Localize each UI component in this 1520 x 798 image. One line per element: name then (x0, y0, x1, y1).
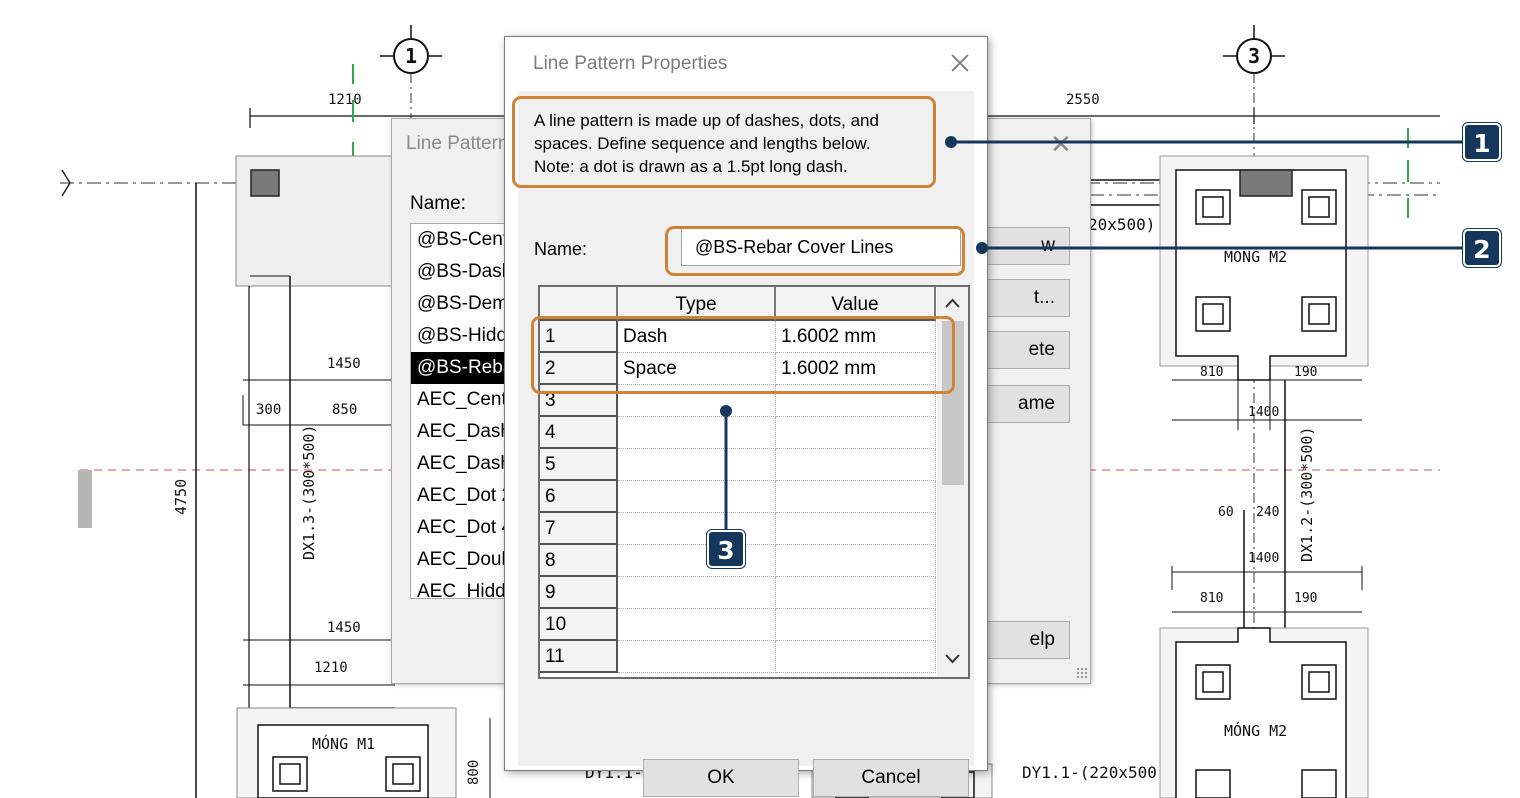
line-pattern-list-item[interactable]: @BS-Dash (411, 256, 519, 288)
table-row[interactable]: 6 (540, 481, 936, 513)
value-cell[interactable] (776, 449, 936, 481)
help-button[interactable]: elp (978, 621, 1070, 659)
dim-text: 810 (1200, 365, 1223, 380)
dim-text: 240 (1256, 505, 1279, 520)
callout-badge-3: 3 (707, 530, 745, 568)
column-label-right: DX1.2-(300*500) (1298, 427, 1316, 562)
value-cell[interactable] (776, 641, 936, 673)
line-pattern-list-item[interactable]: AEC_Dot 2r (411, 480, 519, 512)
cancel-button[interactable]: Cancel (813, 759, 969, 797)
row-number-cell[interactable]: 6 (540, 481, 618, 513)
new-button[interactable]: w (978, 227, 1070, 265)
highlight-name-field (665, 226, 965, 276)
value-cell[interactable] (776, 609, 936, 641)
line-pattern-list-item[interactable]: AEC_Dash (411, 448, 519, 480)
dim-text: 800 (466, 760, 482, 785)
line-pattern-list-item[interactable]: AEC_Doub (411, 544, 519, 576)
beam-label-bottom-right: DY1.1-(220x500) (1022, 763, 1167, 782)
row-number-cell[interactable]: 4 (540, 417, 618, 449)
type-cell[interactable] (618, 609, 776, 641)
dim-text: 2550 (1066, 92, 1100, 108)
value-cell[interactable] (776, 577, 936, 609)
edit-button[interactable]: t... (978, 279, 1070, 317)
line-pattern-list-item[interactable]: AEC_Dot 4r (411, 512, 519, 544)
row-number-cell[interactable]: 8 (540, 545, 618, 577)
line-pattern-list-item[interactable]: @BS-Demo (411, 288, 519, 320)
type-cell[interactable] (618, 577, 776, 609)
type-cell[interactable] (618, 545, 776, 577)
line-pattern-list-item[interactable]: AEC_Hidde (411, 576, 519, 598)
back-name-label: Name: (410, 193, 466, 214)
dim-text: 1210 (328, 92, 362, 108)
table-row[interactable]: 11 (540, 641, 936, 673)
dim-text: 4750 (172, 479, 190, 515)
line-pattern-list-item[interactable]: @BS-Cente (411, 224, 519, 256)
table-row[interactable]: 4 (540, 417, 936, 449)
row-number-cell[interactable]: 5 (540, 449, 618, 481)
type-cell[interactable] (618, 449, 776, 481)
footing-label-m2-bottom: MÓNG M2 (1224, 721, 1287, 740)
callout-badge-2: 2 (1463, 229, 1501, 267)
column-label-left: DX1.3-(300*500) (300, 425, 318, 560)
value-cell[interactable] (776, 417, 936, 449)
dim-text: 1450 (327, 620, 361, 636)
grid-marker-1: 1 (405, 44, 417, 68)
dim-text: 1450 (327, 356, 361, 372)
dim-text: 1400 (1248, 551, 1279, 566)
highlight-rows (531, 316, 955, 394)
value-cell[interactable] (776, 513, 936, 545)
row-number-cell[interactable]: 10 (540, 609, 618, 641)
dim-text: 190 (1294, 591, 1317, 606)
dim-text: 1210 (314, 660, 348, 676)
table-row[interactable]: 9 (540, 577, 936, 609)
type-cell[interactable] (618, 513, 776, 545)
row-number-cell[interactable]: 11 (540, 641, 618, 673)
value-cell[interactable] (776, 481, 936, 513)
type-cell[interactable] (618, 481, 776, 513)
dialog-titlebar: Line Pattern Properties (505, 37, 987, 91)
grid-marker-3: 3 (1248, 44, 1260, 68)
dialog-body: A line pattern is made up of dashes, dot… (518, 91, 974, 797)
row-number-cell[interactable]: 7 (540, 513, 618, 545)
dim-text: 810 (1200, 591, 1223, 606)
beam-label-top: 20x500) (1088, 215, 1155, 234)
dim-text: 60 (1218, 505, 1234, 520)
dialog-title: Line Pattern Properties (533, 53, 728, 74)
dim-text: 1400 (1248, 405, 1279, 420)
close-icon[interactable] (945, 48, 975, 78)
footing-label-m2-top: MÓNG M2 (1224, 247, 1287, 266)
table-row[interactable]: 10 (540, 609, 936, 641)
scroll-up-icon[interactable] (937, 287, 968, 319)
type-cell[interactable] (618, 417, 776, 449)
ok-button[interactable]: OK (643, 759, 799, 797)
highlight-description (512, 96, 936, 188)
close-icon[interactable]: ✕ (1050, 131, 1072, 157)
line-patterns-dialog-title: Line Pattern (406, 133, 509, 154)
type-cell[interactable] (618, 641, 776, 673)
dim-text: 190 (1294, 365, 1317, 380)
dim-text: 850 (332, 402, 357, 418)
name-label: Name: (534, 239, 588, 259)
dim-text: 300 (256, 402, 281, 418)
line-pattern-list-item[interactable]: @BS-Reba (411, 352, 519, 384)
rename-button[interactable]: ame (978, 385, 1070, 423)
line-pattern-list-item[interactable]: AEC_Dash (411, 416, 519, 448)
footing-label-m1: MÓNG M1 (312, 734, 375, 753)
value-cell[interactable] (776, 545, 936, 577)
delete-button[interactable]: ete (978, 331, 1070, 369)
line-pattern-list-item[interactable]: AEC_Centr (411, 384, 519, 416)
row-number-cell[interactable]: 9 (540, 577, 618, 609)
callout-badge-1: 1 (1463, 123, 1501, 161)
line-pattern-list-item[interactable]: @BS-Hidd (411, 320, 519, 352)
resize-grip-icon[interactable] (1076, 667, 1088, 679)
scroll-down-icon[interactable] (937, 643, 968, 675)
table-row[interactable]: 5 (540, 449, 936, 481)
